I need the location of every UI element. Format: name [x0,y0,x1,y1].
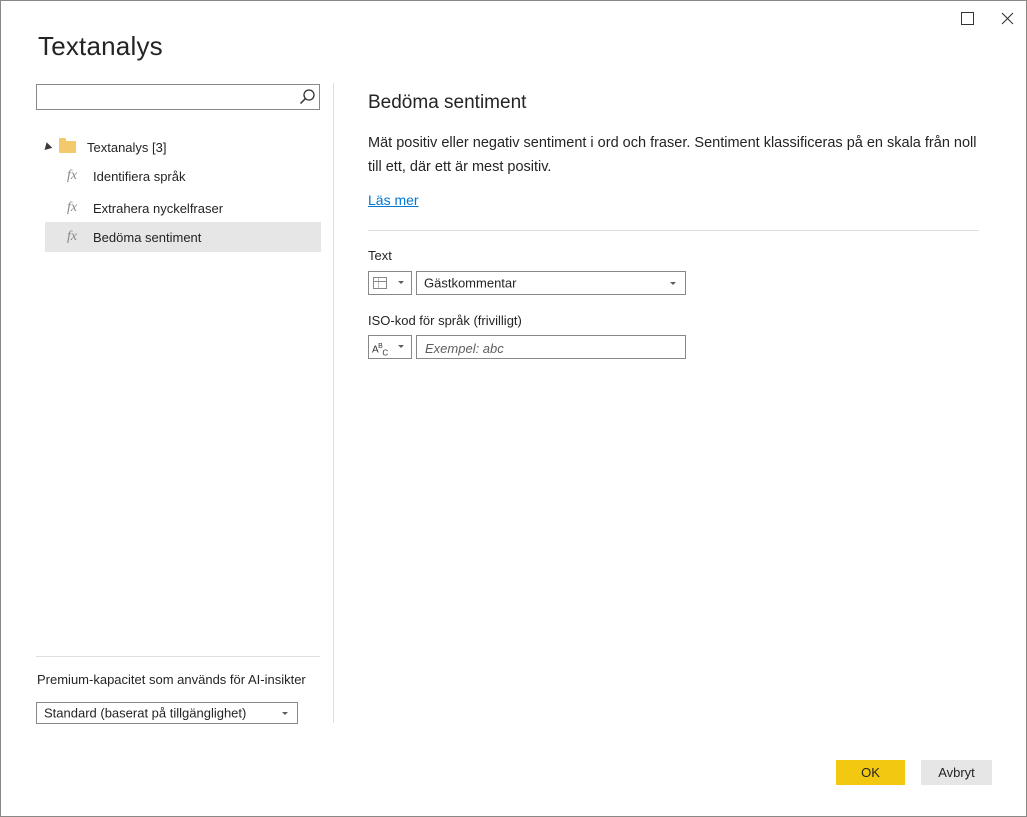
maximize-icon [960,11,974,25]
close-icon [1001,12,1013,24]
text-field-label: Text [368,248,392,263]
capacity-selected-value: Standard (baserat på tillgänglighet) [44,705,247,721]
iso-code-field[interactable] [416,335,686,359]
function-icon: fx [67,200,78,215]
ok-button[interactable]: OK [836,760,905,785]
left-divider [36,656,320,657]
cancel-button[interactable]: Avbryt [921,760,992,785]
detail-divider [368,230,979,231]
expand-triangle-icon[interactable] [41,141,53,153]
chevron-down-icon [670,282,676,285]
tree-root-label: Textanalys [3] [87,139,167,155]
tree-item-label: Extrahera nyckelfraser [93,200,224,216]
chevron-down-icon [398,281,404,284]
capacity-label: Premium-kapacitet som används för AI-ins… [37,672,306,687]
text-column-selected-value: Gästkommentar [424,275,517,291]
text-column-dropdown[interactable]: Gästkommentar [416,271,686,295]
pane-divider [333,83,334,723]
close-button[interactable] [993,7,1021,29]
maximize-button[interactable] [953,7,981,29]
tree-item-score-sentiment[interactable]: fx Bedöma sentiment [45,222,321,252]
tree-item-label: Identifiera språk [93,168,186,184]
text-field-type-button[interactable] [368,271,412,295]
table-column-icon [373,277,387,289]
abc-text-icon: ABC [372,343,388,358]
search-input[interactable] [41,88,295,108]
chevron-down-icon [398,345,404,348]
tree-item-label: Bedöma sentiment [93,229,202,245]
search-icon[interactable] [297,87,317,107]
iso-code-input[interactable] [423,339,682,357]
function-icon: fx [67,168,78,183]
tree-item-identify-language[interactable]: fx Identifiera språk [45,161,321,191]
function-icon: fx [67,229,78,244]
function-description: Mät positiv eller negativ sentiment i or… [368,135,977,175]
iso-field-type-button[interactable]: ABC [368,335,412,359]
capacity-dropdown[interactable]: Standard (baserat på tillgänglighet) [36,702,298,724]
dialog-title: Textanalys [38,31,163,61]
function-title: Bedöma sentiment [368,92,527,113]
chevron-down-icon [282,712,288,715]
search-box[interactable] [36,84,320,110]
tree-item-extract-keyphrases[interactable]: fx Extrahera nyckelfraser [45,193,321,223]
text-analytics-dialog: Textanalys Textanalys [3] fx Identifiera… [0,0,1027,817]
learn-more-link[interactable]: Läs mer [368,192,419,208]
folder-icon [59,138,76,153]
iso-field-label: ISO-kod för språk (frivilligt) [368,313,522,328]
tree-root-textanalys[interactable]: Textanalys [3] [41,137,167,157]
